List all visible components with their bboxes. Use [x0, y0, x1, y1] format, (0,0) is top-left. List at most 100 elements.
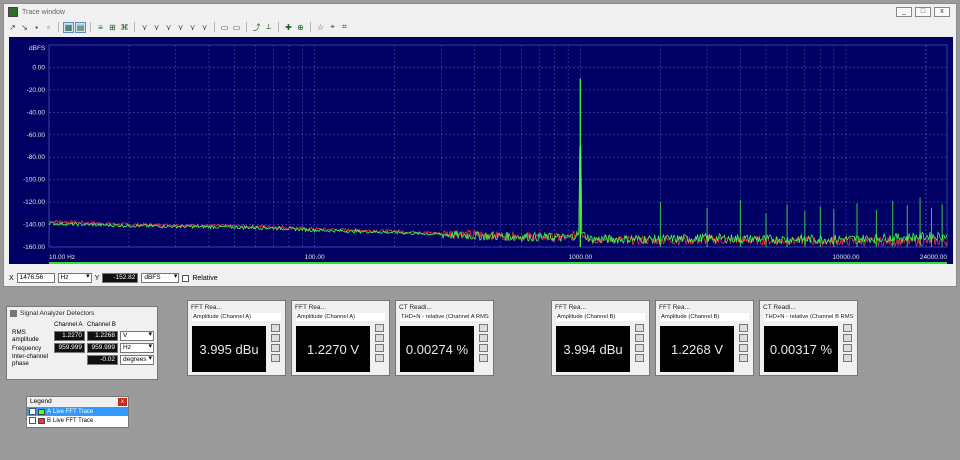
settings-icon[interactable]	[271, 324, 280, 332]
x-value-field[interactable]: 1476.56	[16, 273, 55, 283]
marker-icon[interactable]: ⋎	[139, 22, 150, 33]
settings-icon[interactable]	[479, 324, 488, 332]
arrow-icon[interactable]	[271, 354, 280, 362]
chart-icon[interactable]	[843, 344, 852, 352]
x-tick-label: 24000.00	[920, 254, 947, 261]
trace-channel-a	[48, 145, 948, 248]
readout-panel: FFT Rea... Amplitude (Channel B) 3.994 d…	[551, 300, 650, 376]
fit-icon[interactable]: ⊕	[295, 22, 306, 33]
save-icon[interactable]: ▪	[31, 22, 42, 33]
y-value-field[interactable]: -152.82	[102, 273, 139, 283]
y-tick-label: -80.00	[27, 154, 46, 161]
toolbar: ↗ ↘ ▪ ▫ ▦ ▤ ≡ ⊞ ⌘ ⋎ ⋎ ⋎ ⋎ ⋎ ⋎ ▭ ▭ ⤴ ⟂ ✚ …	[4, 20, 956, 34]
zoom-out-icon[interactable]: ↘	[19, 22, 30, 33]
legend-title-bar[interactable]: Legend x	[27, 397, 128, 407]
y-tick-label: -60.00	[27, 132, 46, 139]
marker-icon[interactable]: ⋎	[163, 22, 174, 33]
readout-title-bar[interactable]: FFT Rea...	[656, 301, 753, 313]
close-button[interactable]: x	[934, 7, 950, 17]
fit-icon[interactable]: ⟂	[263, 22, 274, 33]
unit-select[interactable]: V	[120, 331, 154, 341]
legend-panel: Legend x A Live FFT Trace B Live FFT Tra…	[26, 396, 129, 428]
table-row: Frequency 959.999 959.999 Hz	[11, 343, 155, 353]
y-tick-label: -140.00	[23, 222, 45, 229]
chart-icon[interactable]	[739, 344, 748, 352]
readout-title-bar[interactable]: CT Readi...	[396, 301, 493, 313]
gear-icon[interactable]	[479, 334, 488, 342]
x-tick-label: 1000.00	[569, 254, 593, 261]
signal-analyzer-detectors-panel: Signal Analyzer Detectors Channel A Chan…	[6, 306, 158, 380]
readout-title-bar[interactable]: CT Readi...	[760, 301, 857, 313]
select-icon[interactable]: ⤴	[251, 22, 262, 33]
chart-icon[interactable]	[635, 344, 644, 352]
fft-plot-svg: 0.00 -20.00 -40.00 -60.00 -80.00 -100.00 -120.…	[23, 44, 948, 264]
options-icon[interactable]: ≡	[95, 22, 106, 33]
gear-icon[interactable]	[375, 334, 384, 342]
gear-icon[interactable]	[843, 334, 852, 342]
y-unit-select[interactable]: dBFS	[141, 273, 180, 283]
x-unit-select[interactable]: Hz	[57, 273, 92, 283]
y-tick-label: -120.00	[23, 199, 45, 206]
cursor-icon[interactable]: ⊞	[107, 22, 118, 33]
status-bar: X 1476.56 Hz Y -152.82 dBFS Relative	[9, 271, 218, 285]
arrow-icon[interactable]	[843, 354, 852, 362]
readout-title-bar[interactable]: FFT Rea...	[552, 301, 649, 313]
readout-caption: Amplitude (Channel B)	[660, 313, 749, 321]
fft-plot[interactable]: dBFS 0.00 -20.00 -40.00 -60.00 -80.00 -100.00…	[9, 37, 953, 264]
measure-icon[interactable]: ▭	[219, 22, 230, 33]
measure-icon[interactable]: ▭	[231, 22, 242, 33]
arrow-icon[interactable]	[375, 354, 384, 362]
detectors-title-bar[interactable]: Signal Analyzer Detectors	[7, 307, 157, 319]
settings-icon[interactable]	[739, 324, 748, 332]
print-icon[interactable]: ▫	[43, 22, 54, 33]
col-b-header: Channel B	[87, 320, 116, 328]
readout-value: 3.994 dBu	[556, 326, 630, 372]
settings-icon[interactable]	[375, 324, 384, 332]
arrow-icon[interactable]	[739, 354, 748, 362]
readout-title-bar[interactable]: FFT Rea...	[292, 301, 389, 313]
legend-item[interactable]: B Live FFT Trace	[27, 416, 128, 425]
table-row: Inter-channel phase -0.02 degrees	[11, 353, 155, 367]
unit-select[interactable]: degrees	[120, 355, 154, 365]
value-a: 1.2270	[54, 331, 85, 341]
zoom-in-icon[interactable]: ↗	[7, 22, 18, 33]
chart-icon[interactable]	[271, 344, 280, 352]
title-bar[interactable]: Trace window	[4, 4, 956, 20]
marker-icon[interactable]: ⋎	[199, 22, 210, 33]
marker-icon[interactable]: ⋎	[175, 22, 186, 33]
cursor-icon[interactable]: ⌖	[327, 22, 338, 33]
legend-item[interactable]: A Live FFT Trace	[27, 407, 128, 416]
legend-close-button[interactable]: x	[118, 398, 127, 406]
legend-checkbox[interactable]	[29, 417, 36, 424]
arrow-icon[interactable]	[635, 354, 644, 362]
chart-icon[interactable]: ▤	[75, 21, 86, 33]
readout-title-bar[interactable]: FFT Rea...	[188, 301, 285, 313]
peak-icon[interactable]: ⌘	[119, 22, 130, 33]
unit-select[interactable]: Hz	[120, 343, 154, 353]
gear-icon[interactable]	[271, 334, 280, 342]
trace-channel-b	[48, 144, 948, 245]
chart-icon[interactable]	[375, 344, 384, 352]
readout-panel: FFT Rea... Amplitude (Channel A) 1.2270 …	[291, 300, 390, 376]
marker-icon[interactable]: ⋎	[187, 22, 198, 33]
gear-icon[interactable]	[635, 334, 644, 342]
readout-title: CT Readi...	[763, 303, 796, 311]
minimize-button[interactable]: _	[896, 7, 912, 17]
settings-icon[interactable]: ☆	[315, 22, 326, 33]
x-label: X	[9, 274, 14, 282]
cursor-icon[interactable]: ⌗	[339, 22, 350, 33]
settings-icon[interactable]	[635, 324, 644, 332]
gear-icon[interactable]	[739, 334, 748, 342]
grid-icon[interactable]: ▦	[63, 21, 74, 33]
marker-icon[interactable]: ⋎	[151, 22, 162, 33]
chart-icon[interactable]	[479, 344, 488, 352]
arrow-icon[interactable]	[479, 354, 488, 362]
legend-checkbox[interactable]	[29, 408, 36, 415]
readout-title: FFT Rea...	[555, 303, 586, 311]
row-label: RMS amplitude	[12, 329, 39, 343]
fit-icon[interactable]: ✚	[283, 22, 294, 33]
maximize-button[interactable]: □	[915, 7, 931, 17]
x-tick-label: 10.00 Hz	[49, 254, 75, 261]
settings-icon[interactable]	[843, 324, 852, 332]
relative-checkbox[interactable]	[182, 274, 190, 282]
